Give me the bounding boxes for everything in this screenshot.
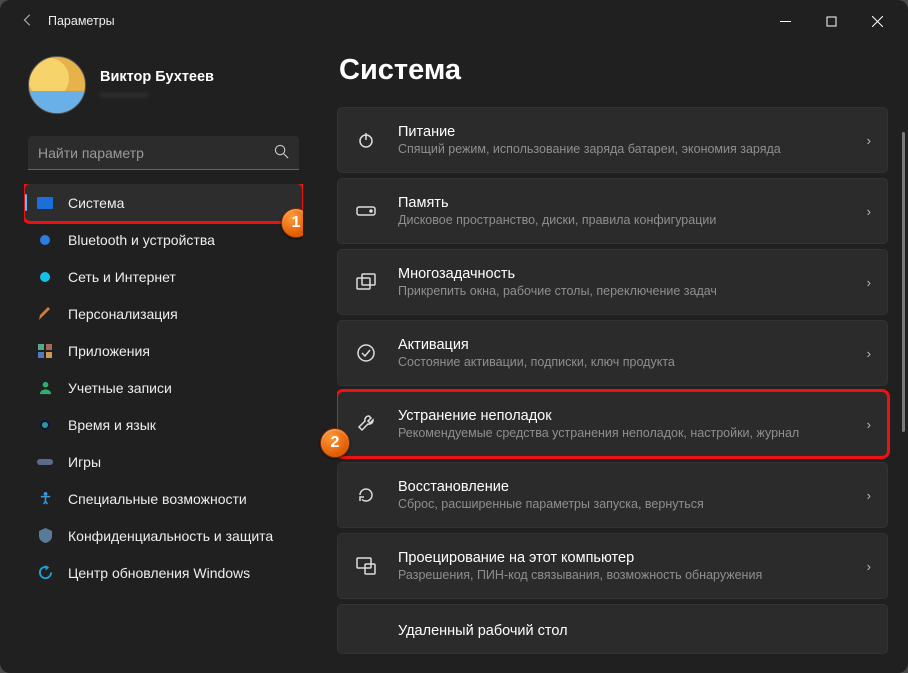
search-box[interactable] (28, 136, 299, 170)
gamepad-icon (36, 453, 54, 471)
main-panel: Система Питание Спящий режим, использован… (315, 42, 908, 673)
card-sub: Рекомендуемые средства устранения непола… (398, 426, 867, 440)
chevron-right-icon: › (867, 417, 871, 432)
card-sub: Спящий режим, использование заряда батар… (398, 142, 867, 156)
wrench-icon (354, 414, 378, 434)
sidebar-item-label: Персонализация (68, 306, 178, 322)
cards-list: Питание Спящий режим, использование заряд… (337, 107, 890, 673)
sidebar-item-accounts[interactable]: Учетные записи (24, 369, 303, 406)
sidebar-item-label: Сеть и Интернет (68, 269, 176, 285)
search-input[interactable] (38, 145, 274, 161)
sidebar-item-system[interactable]: Система (24, 184, 303, 221)
sidebar-item-apps[interactable]: Приложения (24, 332, 303, 369)
card-sub: Разрешения, ПИН-код связывания, возможно… (398, 568, 867, 582)
bluetooth-icon (36, 231, 54, 249)
power-icon (354, 130, 378, 150)
chevron-right-icon: › (867, 275, 871, 290)
sidebar-item-windows-update[interactable]: Центр обновления Windows (24, 554, 303, 591)
profile-email: ———— (100, 87, 214, 101)
card-sub: Дисковое пространство, диски, правила ко… (398, 213, 867, 227)
card-sub: Прикрепить окна, рабочие столы, переключ… (398, 284, 867, 298)
card-title: Память (398, 195, 867, 211)
card-title: Восстановление (398, 479, 867, 495)
sidebar-item-privacy[interactable]: Конфиденциальность и защита (24, 517, 303, 554)
card-remote-desktop[interactable]: Удаленный рабочий стол › (337, 604, 888, 654)
card-title: Проецирование на этот компьютер (398, 550, 867, 566)
window-title: Параметры (48, 14, 762, 28)
profile-name: Виктор Бухтеев (100, 69, 214, 85)
card-title: Многозадачность (398, 266, 867, 282)
card-title: Активация (398, 337, 867, 353)
sidebar-item-time-language[interactable]: Время и язык (24, 406, 303, 443)
search-icon (274, 144, 289, 162)
sidebar-item-network[interactable]: Сеть и Интернет (24, 258, 303, 295)
card-title: Устранение неполадок (398, 408, 867, 424)
maximize-button[interactable] (808, 5, 854, 37)
chevron-right-icon: › (867, 346, 871, 361)
recovery-icon (354, 485, 378, 505)
card-troubleshoot[interactable]: Устранение неполадок Рекомендуемые средст… (337, 391, 888, 457)
sidebar-item-label: Игры (68, 454, 101, 470)
chevron-right-icon: › (867, 133, 871, 148)
titlebar: Параметры (0, 0, 908, 42)
sidebar-item-label: Bluetooth и устройства (68, 232, 215, 248)
sidebar-item-label: Специальные возможности (68, 491, 247, 507)
page-title: Система (339, 54, 890, 87)
card-power[interactable]: Питание Спящий режим, использование заряд… (337, 107, 888, 173)
multitask-icon (354, 273, 378, 291)
close-button[interactable] (854, 5, 900, 37)
chevron-right-icon: › (867, 488, 871, 503)
card-project[interactable]: Проецирование на этот компьютер Разрешени… (337, 533, 888, 599)
card-multitasking[interactable]: Многозадачность Прикрепить окна, рабочие … (337, 249, 888, 315)
sidebar-item-gaming[interactable]: Игры (24, 443, 303, 480)
storage-icon (354, 204, 378, 218)
wifi-icon (36, 268, 54, 286)
sidebar-item-label: Время и язык (68, 417, 156, 433)
settings-window: Параметры Виктор Бухтеев ———— (0, 0, 908, 673)
brush-icon (36, 305, 54, 323)
globe-clock-icon (36, 416, 54, 434)
card-title: Удаленный рабочий стол (398, 623, 867, 639)
annotation-badge-2: 2 (320, 428, 350, 458)
back-button[interactable] (14, 13, 42, 30)
update-icon (36, 564, 54, 582)
scrollbar-thumb[interactable] (902, 132, 905, 432)
card-activation[interactable]: Активация Состояние активации, подписки, … (337, 320, 888, 386)
person-icon (36, 379, 54, 397)
card-recovery[interactable]: Восстановление Сброс, расширенные парамет… (337, 462, 888, 528)
accessibility-icon (36, 490, 54, 508)
check-circle-icon (354, 343, 378, 363)
minimize-button[interactable] (762, 5, 808, 37)
project-icon (354, 557, 378, 575)
avatar (28, 56, 86, 114)
nav-list: Система 1 Bluetooth и устройства Сеть и … (24, 184, 303, 673)
profile-block[interactable]: Виктор Бухтеев ———— (24, 46, 303, 132)
card-title: Питание (398, 124, 867, 140)
card-sub: Состояние активации, подписки, ключ прод… (398, 355, 867, 369)
apps-icon (36, 342, 54, 360)
card-storage[interactable]: Память Дисковое пространство, диски, прав… (337, 178, 888, 244)
chevron-right-icon: › (867, 204, 871, 219)
sidebar-item-bluetooth[interactable]: Bluetooth и устройства (24, 221, 303, 258)
system-icon (36, 194, 54, 212)
scrollbar[interactable] (902, 114, 905, 663)
sidebar: Виктор Бухтеев ———— Система 1 (0, 42, 315, 673)
sidebar-item-label: Конфиденциальность и защита (68, 528, 273, 544)
sidebar-item-label: Учетные записи (68, 380, 172, 396)
sidebar-item-label: Система (68, 195, 124, 211)
sidebar-item-personalization[interactable]: Персонализация (24, 295, 303, 332)
sidebar-item-accessibility[interactable]: Специальные возможности (24, 480, 303, 517)
sidebar-item-label: Приложения (68, 343, 150, 359)
sidebar-item-label: Центр обновления Windows (68, 565, 250, 581)
card-sub: Сброс, расширенные параметры запуска, ве… (398, 497, 867, 511)
chevron-right-icon: › (867, 559, 871, 574)
shield-icon (36, 527, 54, 545)
